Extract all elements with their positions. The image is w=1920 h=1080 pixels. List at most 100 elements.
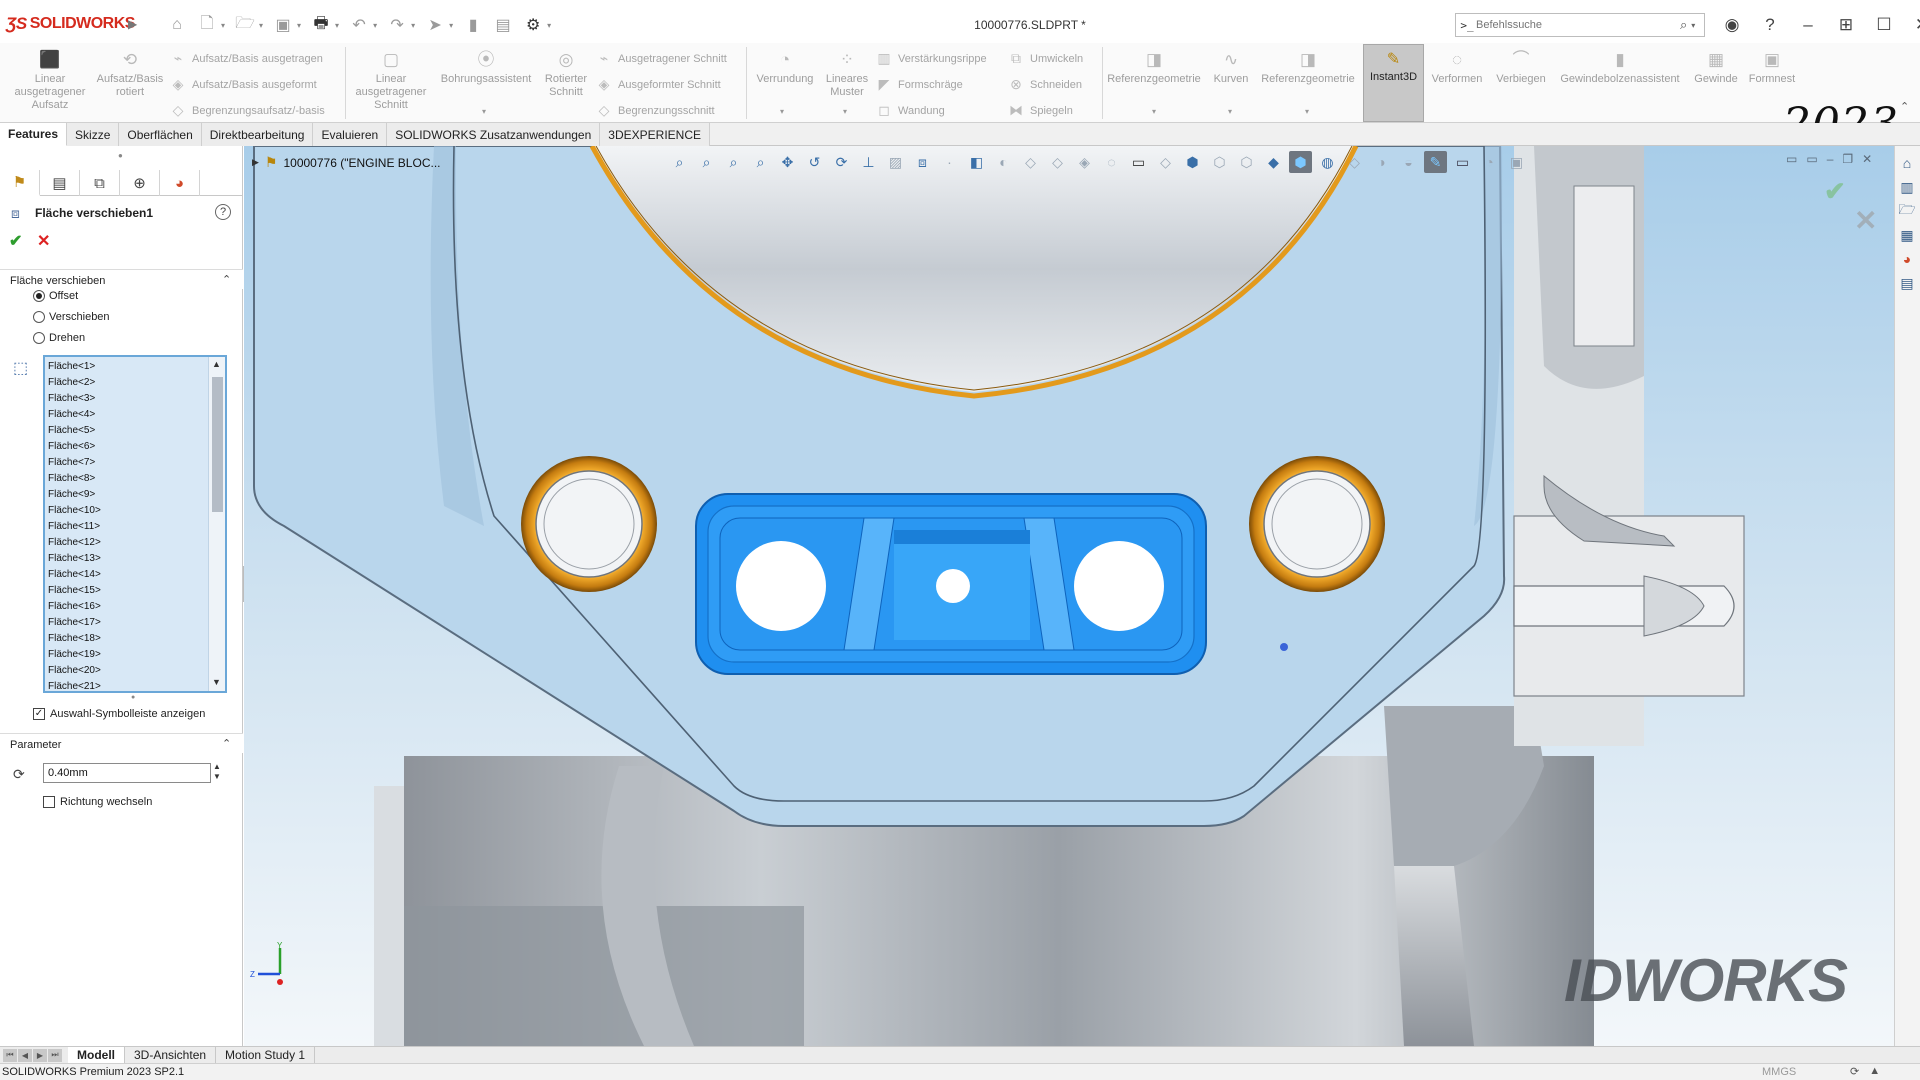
dynamic-annotation-icon[interactable]: ◇: [1019, 151, 1042, 173]
scrollbar-thumb[interactable]: [212, 377, 223, 512]
chevron-up-icon[interactable]: ⌃: [1900, 100, 1909, 113]
minimize-icon[interactable]: –: [1794, 12, 1822, 38]
curves-button[interactable]: ∿ Kurven: [1206, 49, 1256, 86]
checkbox-checked[interactable]: ✓: [33, 708, 45, 720]
view-settings-icon[interactable]: ▭: [1127, 151, 1150, 173]
view-palette-icon[interactable]: ▦: [1895, 224, 1919, 246]
linear-pattern-button[interactable]: ⁘ Lineares Muster: [822, 49, 872, 99]
chevron-down-icon[interactable]: ▾: [843, 107, 847, 116]
chevron-down-icon[interactable]: ▾: [1152, 107, 1156, 116]
command-search-input[interactable]: [1476, 19, 1676, 31]
apply-scene-icon[interactable]: ◌: [1100, 151, 1123, 173]
menu-expand-icon[interactable]: ▶: [128, 17, 137, 31]
custom-properties-icon[interactable]: ▤: [1895, 272, 1919, 294]
normal-to-icon[interactable]: ⊥: [857, 151, 880, 173]
radio-button[interactable]: [33, 311, 45, 323]
face-list-item[interactable]: Fläche<6>: [48, 439, 101, 455]
zoom-in-out-icon[interactable]: ⌕: [722, 151, 745, 173]
checkbox-unchecked[interactable]: [43, 796, 55, 808]
chevron-down-icon[interactable]: ▾: [449, 21, 453, 30]
panel-splitter-handle[interactable]: ●: [118, 151, 123, 160]
thread-button[interactable]: ▦ Gewinde: [1688, 49, 1744, 86]
chevron-up-icon[interactable]: ⌃: [222, 273, 231, 286]
home-icon[interactable]: ⌂: [165, 14, 189, 36]
radio-button[interactable]: [33, 290, 45, 302]
list-scrollbar[interactable]: ▲ ▼: [208, 357, 225, 691]
chevron-down-icon[interactable]: ▾: [259, 21, 263, 30]
chevron-up-icon[interactable]: ⌃: [222, 737, 231, 750]
tab-surfaces[interactable]: Oberflächen: [119, 123, 202, 146]
tab-display-manager[interactable]: ◕: [160, 170, 200, 196]
file-explorer-icon[interactable]: 🗁: [1895, 200, 1919, 222]
command-search-box[interactable]: >_ ⌕ ▾: [1455, 13, 1705, 37]
confirmation-corner-ok-icon[interactable]: ✔: [1824, 176, 1846, 207]
stud-wizard-button[interactable]: ▮ Gewindebolzenassistent: [1554, 49, 1686, 86]
swept-cut-button[interactable]: ⌁ Ausgetragener Schnitt: [596, 50, 727, 67]
3d-drawing-view-icon[interactable]: ▨: [884, 151, 907, 173]
chevron-down-icon[interactable]: ▾: [411, 21, 415, 30]
radio-button[interactable]: [33, 332, 45, 344]
hide-show-icon[interactable]: ◇: [1046, 151, 1069, 173]
mirror-button[interactable]: ⧓ Spiegeln: [1008, 102, 1073, 119]
tab-model[interactable]: Modell: [68, 1046, 125, 1064]
rib-button[interactable]: ▥ Verstärkungsrippe: [876, 50, 986, 67]
revolve-cut-button[interactable]: ◎ Rotierter Schnitt: [538, 49, 594, 99]
appearances-icon[interactable]: ◕: [1895, 248, 1919, 270]
extrude-boss-button[interactable]: ⬛ Linear ausgetragener Aufsatz: [8, 49, 92, 112]
help-icon[interactable]: ?: [215, 204, 231, 220]
view-orientation-icon[interactable]: ◧: [965, 151, 988, 173]
scroll-up-icon[interactable]: ▲: [212, 359, 221, 369]
ambient-occlusion-icon[interactable]: ◑: [1370, 151, 1393, 173]
rebuild-status-icon[interactable]: ⟳: [1850, 1065, 1859, 1078]
close-icon[interactable]: ✕: [1908, 12, 1920, 38]
tab-3d-views[interactable]: 3D-Ansichten: [125, 1046, 217, 1064]
list-resize-handle[interactable]: ●: [131, 694, 135, 701]
zoom-to-fit-icon[interactable]: ⌕: [668, 151, 691, 173]
face-list-item[interactable]: Fläche<3>: [48, 391, 101, 407]
boundary-boss-button[interactable]: ◇ Begrenzungsaufsatz/-basis: [170, 102, 325, 119]
minimize-icon[interactable]: –: [1827, 152, 1834, 166]
close-icon[interactable]: ✕: [1862, 152, 1872, 166]
shell-button[interactable]: ◻ Wandung: [876, 102, 945, 119]
solidworks-resources-icon[interactable]: ⌂: [1895, 152, 1919, 174]
revolve-boss-button[interactable]: ⟲ Aufsatz/Basis rotiert: [94, 49, 166, 99]
intersect-button[interactable]: ⊗ Schneiden: [1008, 76, 1082, 93]
fillet-button[interactable]: ◔ Verrundung: [750, 49, 820, 86]
unit-system[interactable]: MMGS: [1762, 1066, 1796, 1078]
feature-tree-flyout[interactable]: ▶ ⚑ 10000776 ("ENGINE BLOC...: [252, 154, 441, 171]
tab-addins[interactable]: SOLIDWORKS Zusatzanwendungen: [387, 123, 601, 146]
new-document-icon[interactable]: 🗋: [195, 14, 219, 36]
face-list-item[interactable]: Fläche<10>: [48, 503, 101, 519]
scroll-down-icon[interactable]: ▼: [212, 677, 221, 687]
monitor-icon[interactable]: ▭: [1451, 151, 1474, 173]
lofted-cut-button[interactable]: ◈ Ausgeformter Schnitt: [596, 76, 721, 93]
redo-icon[interactable]: ↷: [385, 14, 409, 36]
lofted-boss-button[interactable]: ◈ Aufsatz/Basis ausgeformt: [170, 76, 317, 93]
section-view-icon[interactable]: ◐: [992, 151, 1015, 173]
restore-icon[interactable]: ❐: [1842, 152, 1853, 166]
face-list-item[interactable]: Fläche<9>: [48, 487, 101, 503]
design-library-icon[interactable]: ▥: [1895, 176, 1919, 198]
first-tab-icon[interactable]: ⏮: [3, 1048, 17, 1062]
flex-button[interactable]: ⌒ Verbiegen: [1490, 49, 1552, 86]
display-style-icon[interactable]: ◇: [1154, 151, 1177, 173]
chevron-down-icon[interactable]: ▾: [373, 21, 377, 30]
face-list-item[interactable]: Fläche<19>: [48, 647, 101, 663]
chevron-down-icon[interactable]: ▾: [482, 107, 486, 116]
roll-view-icon[interactable]: ↺: [803, 151, 826, 173]
radio-rotate[interactable]: Drehen: [33, 332, 85, 344]
distance-input[interactable]: [43, 763, 211, 783]
shaded-icon[interactable]: ⬢: [1181, 151, 1204, 173]
group-parameter[interactable]: Parameter ⌃: [0, 733, 243, 753]
swept-boss-button[interactable]: ⌁ Aufsatz/Basis ausgetragen: [170, 50, 323, 67]
tab-dimxpert-manager[interactable]: ⊕: [120, 170, 160, 196]
chevron-down-icon[interactable]: ▾: [547, 21, 551, 30]
previous-view-icon[interactable]: ▭: [1786, 152, 1797, 166]
face-list-item[interactable]: Fläche<4>: [48, 407, 101, 423]
group-move-face[interactable]: Fläche verschieben ⌃: [0, 269, 243, 289]
tab-sketch[interactable]: Skizze: [67, 123, 120, 146]
chevron-down-icon[interactable]: ▾: [1691, 21, 1695, 30]
wrap-button[interactable]: ⧉ Umwickeln: [1008, 50, 1083, 67]
face-list-item[interactable]: Fläche<1>: [48, 359, 101, 375]
face-list-item[interactable]: Fläche<14>: [48, 567, 101, 583]
